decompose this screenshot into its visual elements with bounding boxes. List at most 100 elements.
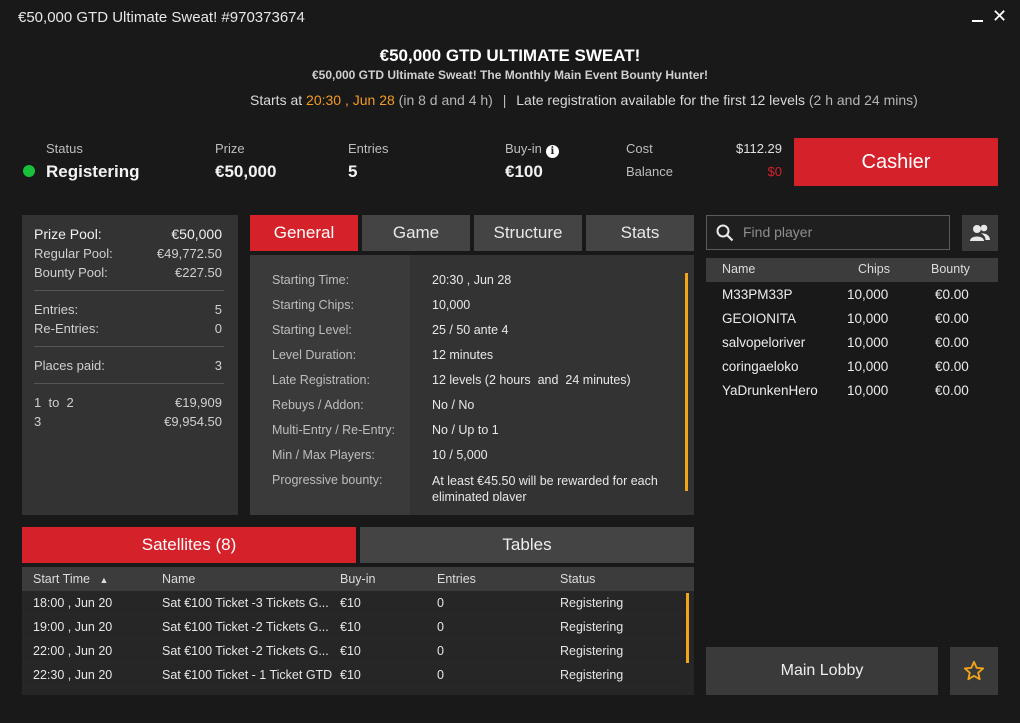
star-icon: [963, 660, 985, 681]
general-value: 12 minutes: [432, 348, 494, 362]
sat-buyin: €10: [340, 596, 361, 610]
player-row[interactable]: coringaeloko 10,000 €0.00: [706, 355, 998, 379]
player-search-input[interactable]: [743, 224, 943, 240]
close-icon[interactable]: ✕: [992, 7, 1007, 25]
sat-start-time: 18:00 , Jun 20: [33, 596, 113, 610]
status-value: Registering: [46, 162, 140, 181]
late-reg-relative: (2 h and 24 mins): [808, 92, 918, 108]
player-name: GEOIONITA: [722, 311, 797, 326]
reentries-value: 0: [214, 321, 222, 336]
player-bounty: €0.00: [935, 311, 969, 326]
sat-status: Registering: [560, 644, 624, 658]
player-row[interactable]: YaDrunkenHero 10,000 €0.00: [706, 379, 998, 403]
tab-tables[interactable]: Tables: [360, 527, 694, 563]
minimize-icon[interactable]: [970, 6, 984, 26]
table-row[interactable]: 22:00 , Jun 20 Sat €100 Ticket -2 Ticket…: [22, 639, 682, 663]
general-row-starting-time: Starting Time: 20:30 , Jun 28: [272, 273, 690, 287]
player-bounty: €0.00: [935, 335, 969, 350]
satellites-scrollbar[interactable]: [686, 593, 689, 663]
general-label: Starting Level:: [272, 323, 352, 337]
general-value: At least €45.50 will be rewarded for eac…: [432, 474, 658, 501]
player-bounty: €0.00: [935, 383, 969, 398]
tab-structure[interactable]: Structure: [474, 215, 582, 251]
general-value: 12 levels (2 hours and 24 minutes): [432, 373, 631, 387]
reentries-label: Re-Entries:: [34, 321, 100, 336]
player-row[interactable]: GEOIONITA 10,000 €0.00: [706, 307, 998, 331]
general-scrollbar[interactable]: [685, 273, 688, 491]
player-name: coringaeloko: [722, 359, 799, 374]
sat-entries: 0: [437, 620, 444, 634]
col-name[interactable]: Name: [722, 262, 755, 276]
general-row-level-duration: Level Duration: 12 minutes: [272, 348, 690, 362]
col-name[interactable]: Name: [162, 572, 195, 586]
col-entries[interactable]: Entries: [437, 572, 476, 586]
player-chips: 10,000: [847, 335, 889, 350]
payout-row: 1 to 2 €19,909: [34, 395, 222, 410]
player-bounty: €0.00: [935, 287, 969, 302]
tab-stats[interactable]: Stats: [586, 215, 694, 251]
player-row[interactable]: salvopeloriver 10,000 €0.00: [706, 331, 998, 355]
divider: [34, 346, 224, 347]
general-value: 10 / 5,000: [432, 448, 488, 462]
general-value: No / No: [432, 398, 475, 412]
tab-satellites[interactable]: Satellites (8): [22, 527, 356, 563]
col-chips[interactable]: Chips: [858, 262, 890, 276]
player-name: M33PM33P: [722, 287, 793, 302]
sat-status: Registering: [560, 620, 624, 634]
col-buyin[interactable]: Buy-in: [340, 572, 375, 586]
table-row[interactable]: 18:00 , Jun 20 Sat €100 Ticket -3 Ticket…: [22, 591, 682, 615]
general-value: 10,000: [432, 298, 471, 312]
favorite-button[interactable]: [950, 647, 998, 695]
buyin-value: €100: [505, 162, 543, 181]
general-panel: Starting Time: 20:30 , Jun 28 Starting Ch…: [250, 255, 694, 515]
tournament-title: €50,000 GTD ULTIMATE SWEAT!: [379, 46, 641, 65]
start-info: Starts at 20:30 , Jun 28 (in 8 d and 4 h…: [250, 92, 918, 108]
buyin-label: Buy-in i: [505, 141, 559, 158]
main-lobby-button[interactable]: Main Lobby: [706, 647, 938, 695]
general-row-late-registration: Late Registration: 12 levels (2 hours and…: [272, 373, 690, 387]
pp-entries-label: Entries:: [34, 302, 79, 317]
regular-pool-label: Regular Pool:: [34, 246, 113, 261]
player-row[interactable]: M33PM33P 10,000 €0.00: [706, 283, 998, 307]
sat-start-time: 22:30 , Jun 20: [33, 668, 113, 682]
col-bounty[interactable]: Bounty: [931, 262, 970, 276]
payout-amount: €19,909: [175, 395, 222, 410]
payout-row: 3 €9,954.50: [34, 414, 222, 429]
general-row-rebuys: Rebuys / Addon: No / No: [272, 398, 690, 412]
payout-place: 1 to 2: [34, 395, 74, 410]
satellites-table-body: 18:00 , Jun 20 Sat €100 Ticket -3 Ticket…: [22, 591, 694, 695]
info-icon[interactable]: i: [545, 145, 559, 158]
status-dot-icon: [23, 165, 35, 177]
cashier-button[interactable]: Cashier: [794, 138, 998, 186]
player-table-header: Name Chips Bounty: [706, 258, 998, 282]
general-row-min-max-players: Min / Max Players: 10 / 5,000: [272, 448, 690, 462]
tab-general[interactable]: General: [250, 215, 358, 251]
table-row[interactable]: 19:00 , Jun 20 Sat €100 Ticket -2 Ticket…: [22, 615, 682, 639]
player-chips: 10,000: [847, 287, 889, 302]
player-chips: 10,000: [847, 383, 889, 398]
sat-name: Sat €100 Ticket -2 Tickets G...: [162, 620, 329, 634]
sat-entries: 0: [437, 668, 444, 682]
col-status[interactable]: Status: [560, 572, 595, 586]
general-label: Late Registration:: [272, 373, 370, 387]
status-label: Status: [46, 141, 83, 156]
player-list-button[interactable]: [962, 215, 998, 251]
general-label: Multi-Entry / Re-Entry:: [272, 423, 395, 437]
starts-time: 20:30 , Jun 28: [306, 92, 395, 108]
tab-game[interactable]: Game: [362, 215, 470, 251]
general-label: Min / Max Players:: [272, 448, 375, 462]
window-title: €50,000 GTD Ultimate Sweat! #970373674: [18, 9, 305, 26]
player-search-box[interactable]: [706, 215, 950, 250]
bounty-pool-label: Bounty Pool:: [34, 265, 108, 280]
sat-start-time: 19:00 , Jun 20: [33, 620, 113, 634]
player-bounty: €0.00: [935, 359, 969, 374]
prize-label: Prize: [215, 141, 245, 156]
table-row[interactable]: 22:30 , Jun 20 Sat €100 Ticket - 1 Ticke…: [22, 663, 682, 687]
sort-ascending-icon: ▲: [99, 575, 109, 585]
cost-value: $112.29: [735, 141, 782, 156]
sat-name: Sat €100 Ticket -3 Tickets G...: [162, 596, 329, 610]
col-start-time[interactable]: Start Time ▲: [33, 572, 108, 586]
general-value: 20:30 , Jun 28: [432, 273, 512, 287]
sat-status: Registering: [560, 668, 624, 682]
sat-name: Sat €100 Ticket -2 Tickets G...: [162, 644, 329, 658]
